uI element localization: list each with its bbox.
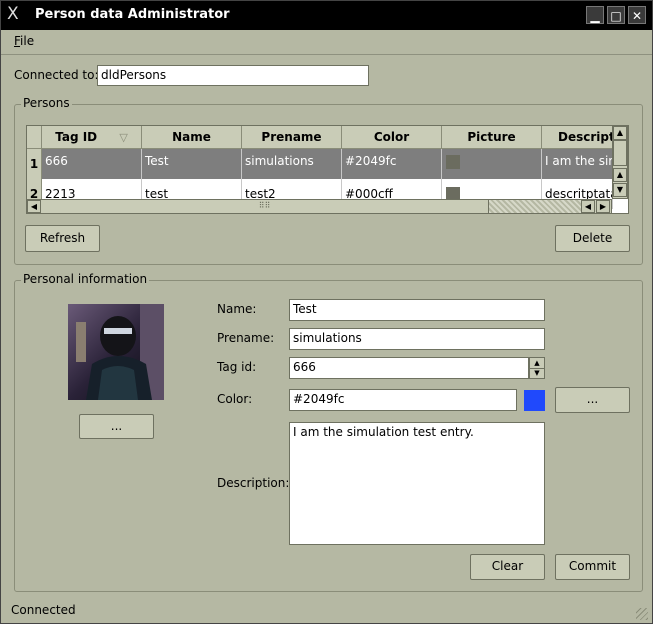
- tag-id-field[interactable]: 666: [289, 357, 529, 379]
- person-photo-image: [68, 304, 164, 400]
- column-header-label: Tag ID: [55, 130, 98, 144]
- color-swatch: [524, 390, 545, 411]
- clear-button[interactable]: Clear: [470, 554, 545, 580]
- scroll-right-icon[interactable]: ▶: [596, 200, 610, 213]
- sort-indicator-icon: ▽: [119, 131, 128, 144]
- table-corner: [27, 126, 42, 149]
- prename-field[interactable]: simulations: [289, 328, 545, 350]
- name-label: Name:: [217, 302, 257, 316]
- cell-tag-id: 666: [42, 149, 142, 179]
- connected-to-label: Connected to:: [14, 68, 99, 82]
- person-photo: [68, 304, 164, 400]
- horizontal-scroll-track[interactable]: [489, 200, 581, 213]
- column-header-picture[interactable]: Picture: [442, 126, 542, 149]
- scroll-left-icon[interactable]: ◀: [581, 200, 595, 213]
- menu-file-label: ile: [20, 34, 35, 48]
- row-number[interactable]: 1: [27, 149, 42, 179]
- persons-group-title: Persons: [21, 96, 72, 110]
- menu-bar: File: [1, 30, 652, 55]
- prename-label: Prename:: [217, 331, 275, 345]
- tag-id-label: Tag id:: [217, 360, 257, 374]
- cell-prename: simulations: [242, 149, 342, 179]
- cell-description: I am the sim: [542, 149, 613, 179]
- color-label: Color:: [217, 392, 253, 406]
- scroll-up-icon[interactable]: ▲: [613, 168, 627, 182]
- menu-file[interactable]: File: [14, 34, 34, 48]
- description-label: Description:: [217, 476, 290, 490]
- minimize-button[interactable]: ▁: [586, 6, 604, 24]
- stepper-down-icon[interactable]: ▼: [530, 368, 544, 378]
- status-bar: Connected: [1, 599, 652, 623]
- name-field[interactable]: Test: [289, 299, 545, 321]
- table-vertical-scrollbar[interactable]: ▲ ▲ ▼: [612, 125, 628, 199]
- choose-picture-button[interactable]: ...: [79, 414, 154, 439]
- scroll-down-icon[interactable]: ▼: [613, 183, 627, 197]
- column-header-prename[interactable]: Prename: [242, 126, 342, 149]
- status-text: Connected: [11, 603, 76, 617]
- cell-picture: [442, 149, 542, 179]
- window-title: Person data Administrator: [35, 7, 230, 22]
- personal-info-group-title: Personal information: [21, 272, 150, 286]
- choose-color-button[interactable]: ...: [555, 387, 630, 413]
- scroll-left-icon[interactable]: ◀: [27, 200, 41, 213]
- title-bar: X Person data Administrator ▁ □ ✕: [1, 1, 652, 30]
- resize-grip-icon[interactable]: [636, 608, 648, 620]
- x-logo-icon: X: [7, 4, 19, 24]
- vertical-scroll-thumb[interactable]: [613, 140, 627, 166]
- color-field[interactable]: #2049fc: [289, 389, 517, 411]
- picture-thumbnail-icon: [446, 155, 460, 169]
- description-textarea[interactable]: I am the simulation test entry.: [289, 422, 545, 545]
- cell-name: Test: [142, 149, 242, 179]
- scroll-up-icon[interactable]: ▲: [613, 126, 627, 140]
- commit-button[interactable]: Commit: [555, 554, 630, 580]
- table-horizontal-scrollbar[interactable]: ◀ ⠿⠿ ◀ ▶: [26, 199, 612, 214]
- connection-field[interactable]: dldPersons: [97, 65, 369, 86]
- column-header-name[interactable]: Name: [142, 126, 242, 149]
- table-row[interactable]: 666 Test simulations #2049fc I am the si…: [42, 149, 613, 179]
- cell-color: #2049fc: [342, 149, 442, 179]
- close-button[interactable]: ✕: [628, 6, 646, 24]
- refresh-button[interactable]: Refresh: [25, 225, 100, 252]
- column-header-tag-id[interactable]: Tag ID ▽: [42, 126, 142, 149]
- maximize-button[interactable]: □: [607, 6, 625, 24]
- main-window: X Person data Administrator ▁ □ ✕ File C…: [0, 0, 653, 624]
- horizontal-scroll-thumb[interactable]: ⠿⠿: [41, 200, 489, 213]
- delete-button[interactable]: Delete: [555, 225, 630, 252]
- tag-id-stepper[interactable]: ▲ ▼: [529, 357, 545, 379]
- column-header-color[interactable]: Color: [342, 126, 442, 149]
